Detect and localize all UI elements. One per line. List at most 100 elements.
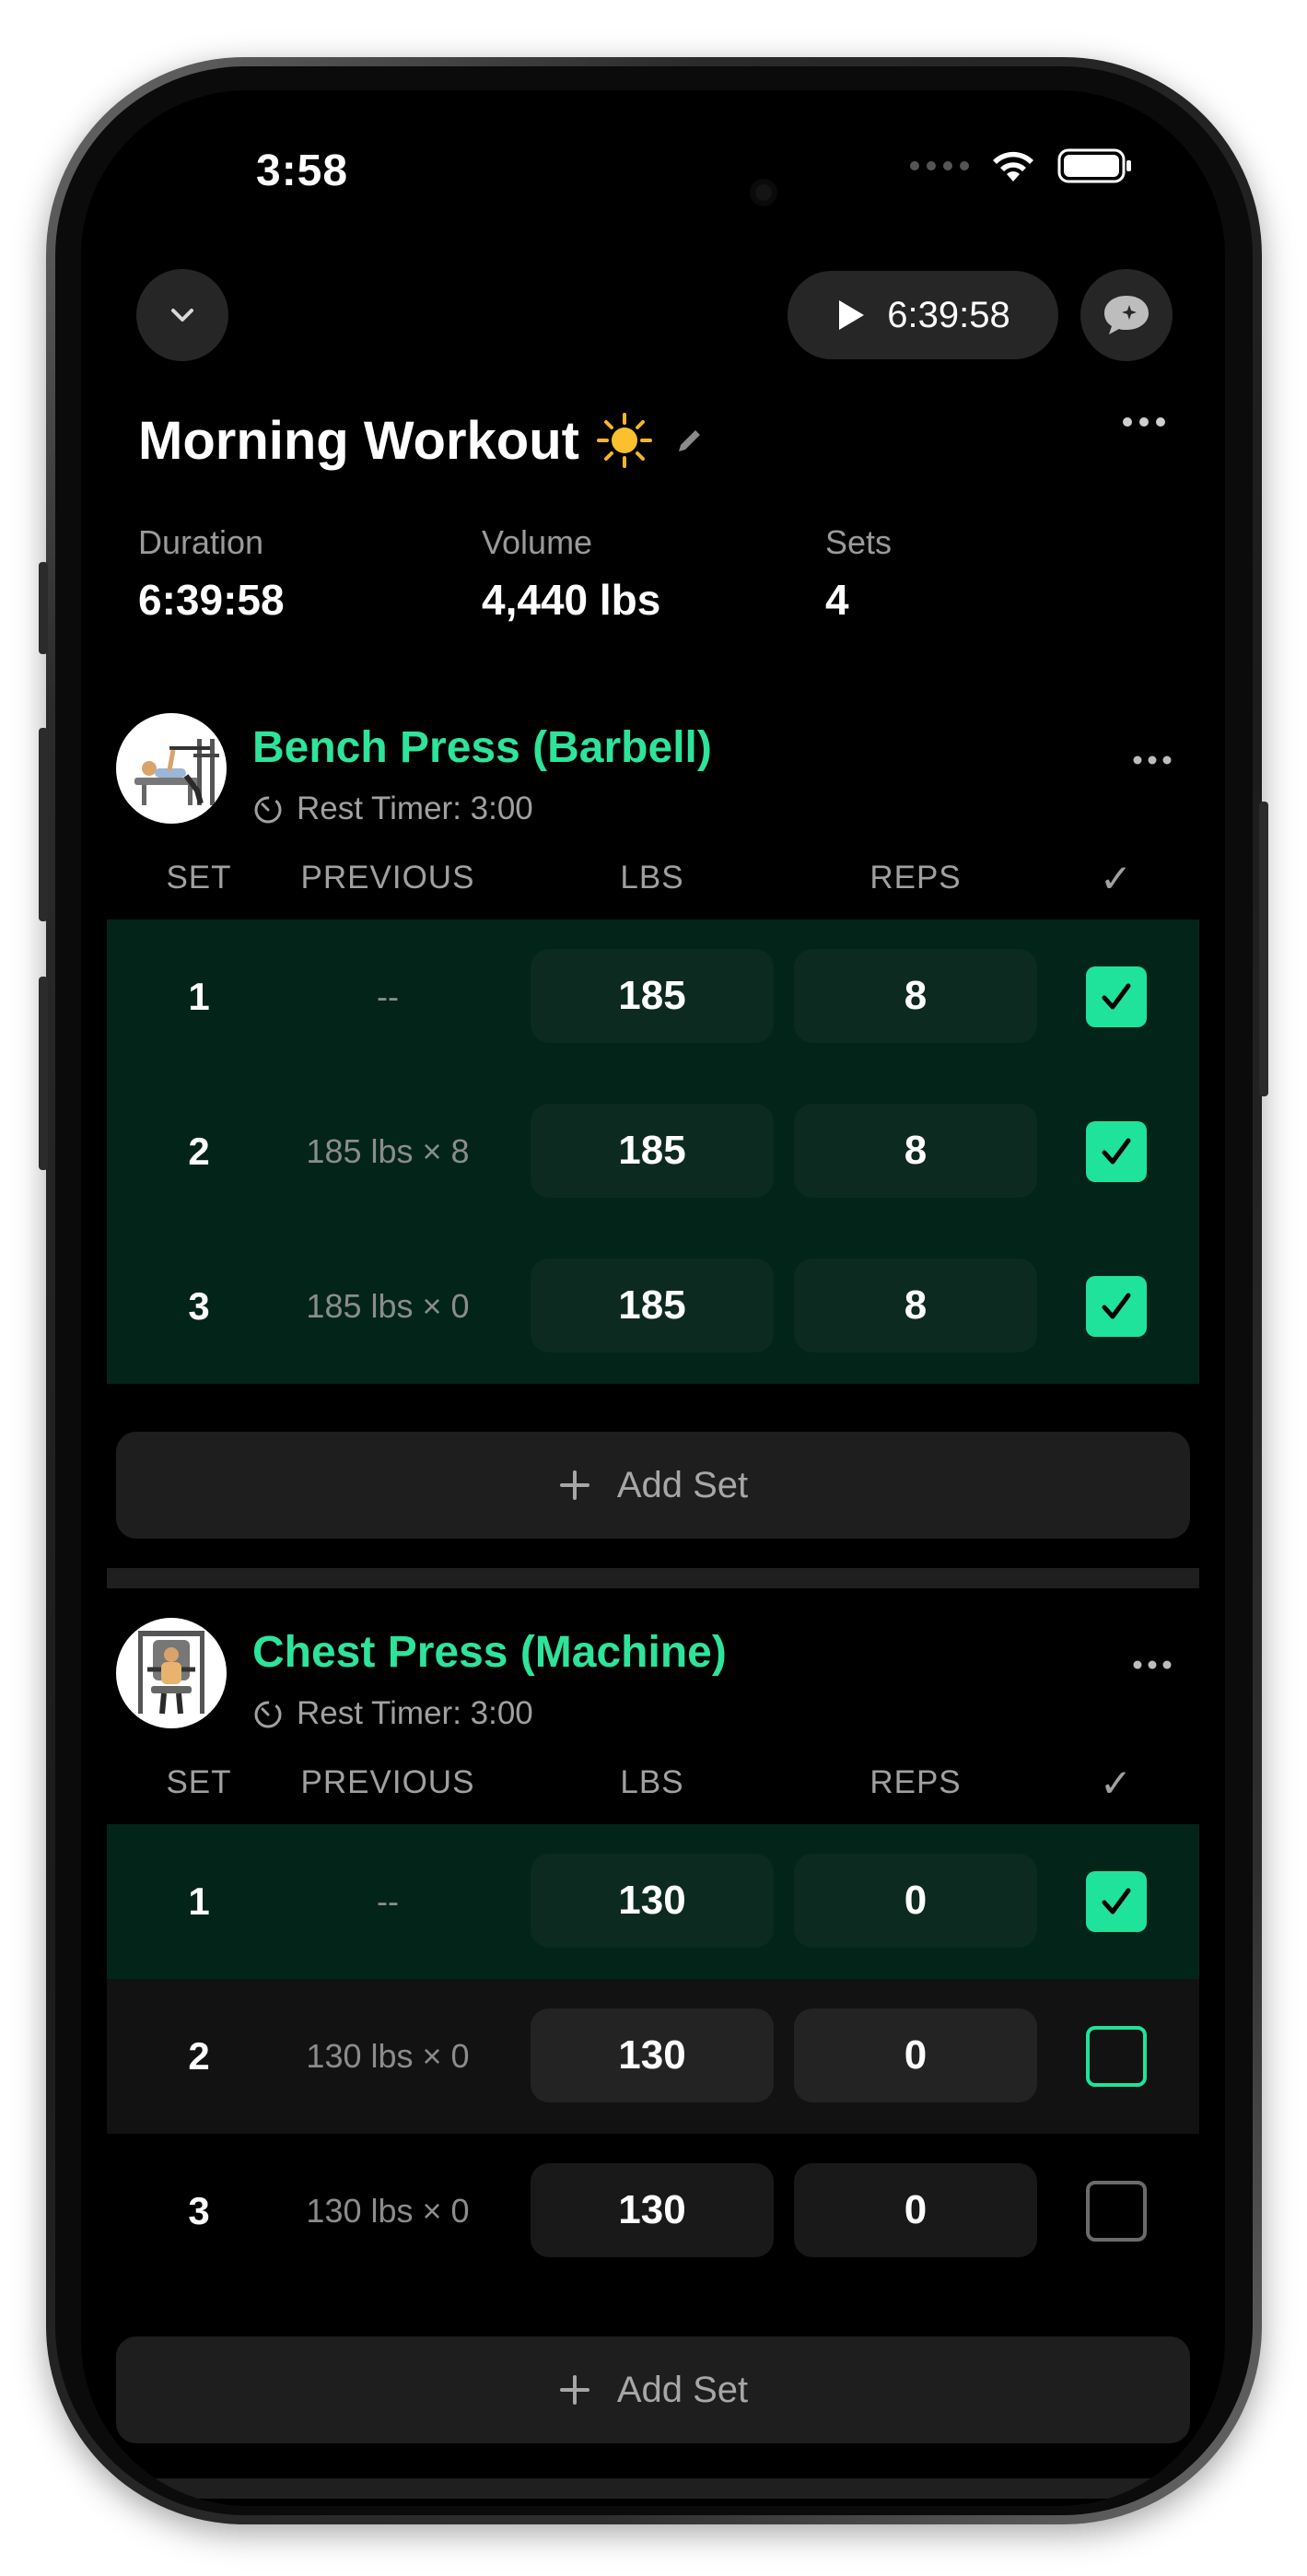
- checkmark-icon: [1102, 1293, 1131, 1319]
- previous-value[interactable]: 130 lbs × 0: [273, 1979, 503, 2134]
- previous-value[interactable]: 185 lbs × 0: [273, 1229, 503, 1384]
- checkmark-icon: [1102, 983, 1131, 1010]
- assistant-button[interactable]: [1080, 269, 1173, 361]
- add-set-label: Add Set: [616, 2369, 749, 2410]
- column-lbs: LBS: [620, 860, 684, 896]
- pencil-icon: [678, 430, 700, 451]
- set-row: 3 185 lbs × 0 185 8: [107, 1229, 1199, 1384]
- set-number[interactable]: 3: [162, 1229, 236, 1384]
- previous-value[interactable]: 130 lbs × 0: [273, 2134, 503, 2289]
- reps-input[interactable]: 8: [794, 1259, 1037, 1352]
- stat-value: 4: [825, 576, 849, 624]
- more-icon: [1133, 1660, 1172, 1669]
- set-complete-checkbox[interactable]: [1086, 966, 1147, 1027]
- reps-input[interactable]: 0: [794, 2008, 1037, 2102]
- rest-timer[interactable]: Rest Timer: 3:00: [252, 1695, 533, 1732]
- cellular-icon: [910, 161, 969, 170]
- stopwatch-icon: [254, 796, 282, 824]
- reps-input[interactable]: 0: [794, 2163, 1037, 2257]
- stat-volume: Volume 4,440 lbs: [482, 523, 660, 625]
- timer-label: 6:39:58: [887, 294, 1010, 335]
- chevron-down-icon: [171, 309, 193, 322]
- workout-timer-button[interactable]: 6:39:58: [788, 271, 1058, 359]
- workout-title-row: Morning Workout: [138, 404, 1168, 477]
- status-icons: [910, 147, 1133, 184]
- reps-input[interactable]: 8: [794, 1104, 1037, 1198]
- set-number[interactable]: 2: [162, 1979, 236, 2134]
- set-complete-checkbox[interactable]: [1086, 1871, 1147, 1932]
- column-check: ✓: [1099, 1761, 1134, 1805]
- stat-sets: Sets 4: [825, 523, 892, 625]
- section-divider: [107, 1568, 1199, 1588]
- exercise-thumbnail[interactable]: [116, 713, 227, 824]
- lbs-input[interactable]: 130: [531, 1854, 774, 1948]
- exercise-more-button[interactable]: [1131, 754, 1173, 771]
- set-number[interactable]: 2: [162, 1074, 236, 1229]
- stat-value: 6:39:58: [138, 576, 285, 624]
- rest-timer[interactable]: Rest Timer: 3:00: [252, 790, 533, 827]
- exercise-more-button[interactable]: [1131, 1658, 1173, 1676]
- set-number[interactable]: 3: [162, 2134, 236, 2289]
- exercise-name[interactable]: Chest Press (Machine): [252, 1627, 727, 1678]
- previous-value[interactable]: --: [273, 919, 503, 1074]
- set-number[interactable]: 1: [162, 1824, 236, 1979]
- more-icon: [1133, 755, 1172, 765]
- set-row: 1 -- 130 0: [107, 1824, 1199, 1979]
- workout-more-button[interactable]: [1120, 415, 1168, 434]
- previous-value[interactable]: --: [273, 1824, 503, 1979]
- collapse-button[interactable]: [136, 269, 228, 361]
- reps-input[interactable]: 0: [794, 1854, 1037, 1948]
- battery-icon: [1057, 148, 1131, 183]
- workout-stats: Duration 6:39:58 Volume 4,440 lbs Sets 4: [138, 523, 1179, 625]
- add-set-button[interactable]: Add Set: [116, 1432, 1190, 1539]
- set-complete-checkbox[interactable]: [1086, 2026, 1147, 2087]
- lbs-input[interactable]: 185: [531, 1104, 774, 1198]
- lbs-input[interactable]: 185: [531, 1259, 774, 1352]
- bench-press-illustration-icon: [134, 739, 219, 805]
- app-screen: 3:58 6:39:58 Morning Workout Duration 6:…: [81, 90, 1225, 2506]
- exercise-name[interactable]: Bench Press (Barbell): [252, 722, 712, 773]
- lbs-input[interactable]: 185: [531, 949, 774, 1043]
- stat-value: 4,440 lbs: [482, 576, 661, 624]
- plus-icon: [559, 2375, 589, 2405]
- exercise-thumbnail[interactable]: [116, 1618, 227, 1728]
- volume-up-button: [39, 728, 48, 921]
- add-set-label: Add Set: [616, 1464, 749, 1505]
- set-number[interactable]: 1: [162, 919, 236, 1074]
- set-complete-checkbox[interactable]: [1086, 1276, 1147, 1337]
- add-set-button[interactable]: Add Set: [116, 2336, 1190, 2443]
- lbs-input[interactable]: 130: [531, 2163, 774, 2257]
- reps-input[interactable]: 8: [794, 949, 1037, 1043]
- stat-duration: Duration 6:39:58: [138, 523, 285, 625]
- front-camera: [750, 179, 777, 206]
- stat-label: Volume: [482, 523, 593, 561]
- status-time: 3:58: [256, 146, 349, 195]
- set-row: 2 130 lbs × 0 130 0: [107, 1979, 1199, 2134]
- column-headers: SET PREVIOUS LBS REPS ✓: [107, 1741, 1199, 1824]
- edit-title-button[interactable]: [673, 424, 706, 457]
- power-button: [1259, 802, 1268, 1096]
- set-row: 3 130 lbs × 0 130 0: [107, 2134, 1199, 2289]
- set-complete-checkbox[interactable]: [1086, 1121, 1147, 1182]
- checkmark-icon: [1102, 1888, 1131, 1914]
- wifi-icon: [993, 151, 1033, 181]
- column-set: SET: [166, 1764, 232, 1800]
- play-icon: [839, 300, 865, 330]
- column-lbs: LBS: [620, 1764, 684, 1800]
- lbs-input[interactable]: 130: [531, 2008, 774, 2102]
- set-complete-checkbox[interactable]: [1086, 2181, 1147, 2242]
- exercise-card: Bench Press (Barbell) Rest Timer: 3:00 S…: [107, 698, 1199, 1588]
- workout-title[interactable]: Morning Workout: [138, 410, 579, 472]
- column-reps: REPS: [869, 1764, 962, 1800]
- action-button: [39, 562, 48, 654]
- previous-value[interactable]: 185 lbs × 8: [273, 1074, 503, 1229]
- more-icon: [1123, 417, 1165, 427]
- exercise-card: Chest Press (Machine) Rest Timer: 3:00 S…: [107, 1603, 1199, 2499]
- set-row: 2 185 lbs × 8 185 8: [107, 1074, 1199, 1229]
- checkmark-icon: [1102, 1138, 1131, 1165]
- chat-sparkle-icon: [1104, 296, 1149, 334]
- stopwatch-icon: [254, 1701, 282, 1728]
- section-divider: [107, 2478, 1199, 2499]
- column-headers: SET PREVIOUS LBS REPS ✓: [107, 837, 1199, 919]
- sun-emoji-icon: [596, 412, 653, 469]
